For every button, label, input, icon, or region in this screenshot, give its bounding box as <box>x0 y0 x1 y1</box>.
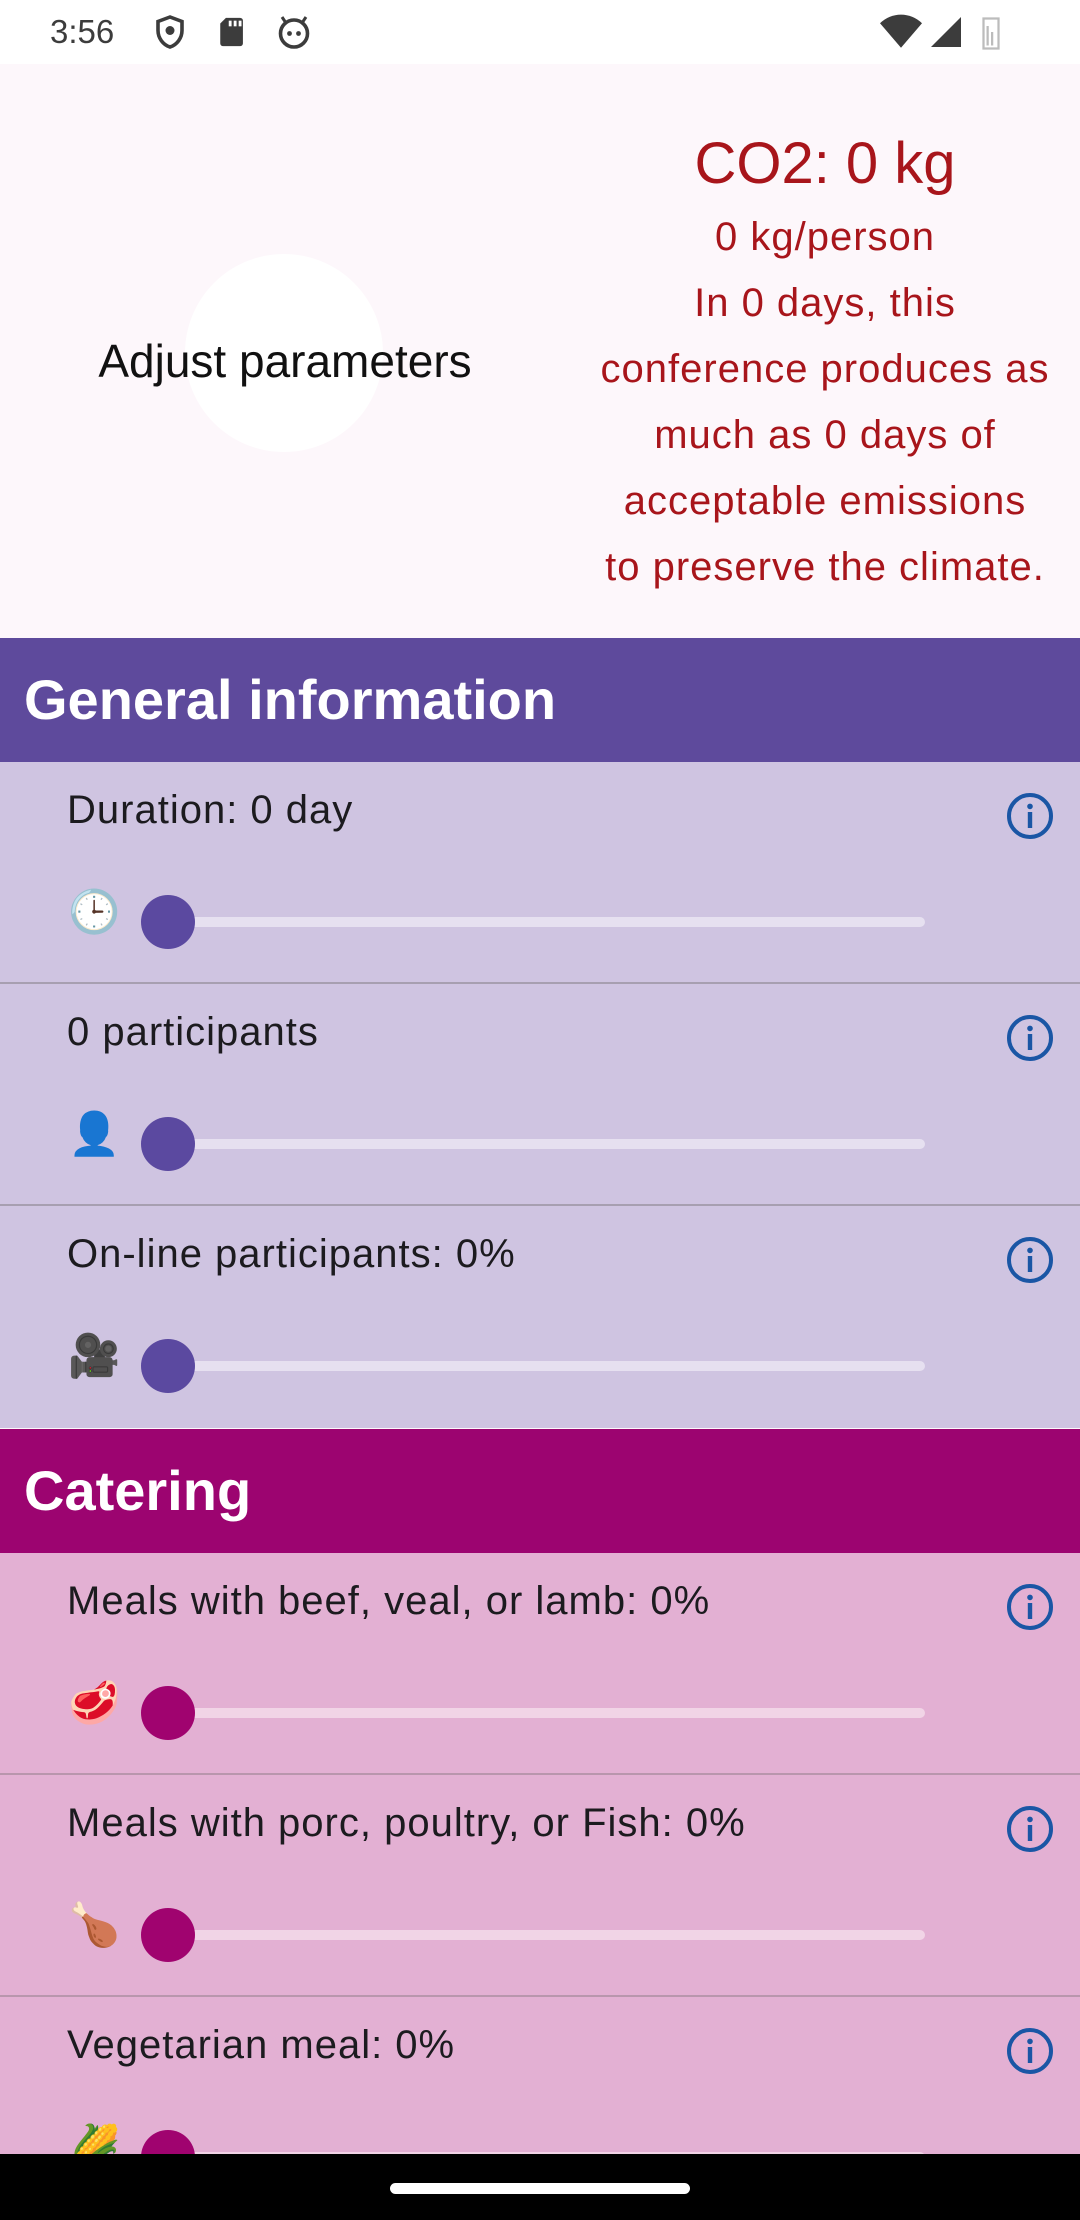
poultry-meals-row: Meals with porc, poultry, or Fish: 0% 🍗 <box>0 1775 1080 1997</box>
poultry-meals-slider-track[interactable] <box>168 1930 925 1940</box>
beef-meals-slider-thumb[interactable] <box>141 1686 195 1740</box>
clock-icon: 🕒 <box>68 888 121 935</box>
participants-row: 0 participants 👤 <box>0 984 1080 1206</box>
beef-meals-slider-track[interactable] <box>168 1708 925 1718</box>
home-gesture-handle[interactable] <box>390 2183 690 2194</box>
online-participants-slider-track[interactable] <box>168 1361 925 1371</box>
shield-icon <box>152 14 188 58</box>
summary-header: Adjust parameters CO2: 0 kg 0 kg/person … <box>0 64 1080 638</box>
co2-total: CO2: 0 kg <box>694 131 956 196</box>
beef-meals-label: Meals with beef, veal, or lamb: 0% <box>67 1579 711 1623</box>
status-bar: 3:56 <box>0 0 1080 64</box>
participants-slider-thumb[interactable] <box>141 1117 195 1171</box>
co2-message-line: to preserve the climate. <box>605 545 1045 589</box>
info-icon[interactable] <box>1006 2027 1054 2075</box>
android-face-icon <box>276 14 312 58</box>
co2-summary: CO2: 0 kg 0 kg/person In 0 days, this co… <box>570 124 1080 600</box>
info-icon[interactable] <box>1006 1236 1054 1284</box>
vegetarian-meals-label: Vegetarian meal: 0% <box>67 2023 456 2067</box>
poultry-meals-slider-thumb[interactable] <box>141 1908 195 1962</box>
battery-icon <box>980 14 1002 58</box>
co2-message-line: In 0 days, this <box>694 281 956 325</box>
beef-meals-row: Meals with beef, veal, or lamb: 0% 🥩 <box>0 1553 1080 1775</box>
online-participants-row: On-line participants: 0% 🎥 <box>0 1206 1080 1428</box>
person-icon: 👤 <box>68 1110 121 1157</box>
cell-signal-icon <box>928 14 964 58</box>
duration-slider-thumb[interactable] <box>141 895 195 949</box>
duration-slider-track[interactable] <box>168 917 925 927</box>
info-icon[interactable] <box>1006 792 1054 840</box>
poultry-meals-label: Meals with porc, poultry, or Fish: 0% <box>67 1801 746 1845</box>
participants-label: 0 participants <box>67 1010 319 1054</box>
online-participants-slider-thumb[interactable] <box>141 1339 195 1393</box>
wifi-icon <box>880 14 922 58</box>
online-participants-label: On-line participants: 0% <box>67 1232 516 1276</box>
poultry-leg-icon: 🍗 <box>68 1901 121 1948</box>
info-icon[interactable] <box>1006 1014 1054 1062</box>
co2-message-line: conference produces as <box>600 347 1050 391</box>
sd-card-icon <box>216 14 250 58</box>
participants-slider-track[interactable] <box>168 1139 925 1149</box>
meat-icon: 🥩 <box>68 1679 121 1726</box>
status-time: 3:56 <box>50 13 115 50</box>
video-camera-icon: 🎥 <box>68 1332 121 1379</box>
info-icon[interactable] <box>1006 1583 1054 1631</box>
info-icon[interactable] <box>1006 1805 1054 1853</box>
co2-message-line: much as 0 days of <box>654 413 996 457</box>
general-section-header: General information <box>0 638 1080 762</box>
catering-section-header: Catering <box>0 1429 1080 1553</box>
co2-message-line: acceptable emissions <box>623 479 1027 523</box>
duration-label: Duration: 0 day <box>67 788 354 832</box>
co2-per-person: 0 kg/person <box>714 215 936 259</box>
adjust-parameters-label[interactable]: Adjust parameters <box>60 334 510 388</box>
duration-row: Duration: 0 day 🕒 <box>0 762 1080 984</box>
